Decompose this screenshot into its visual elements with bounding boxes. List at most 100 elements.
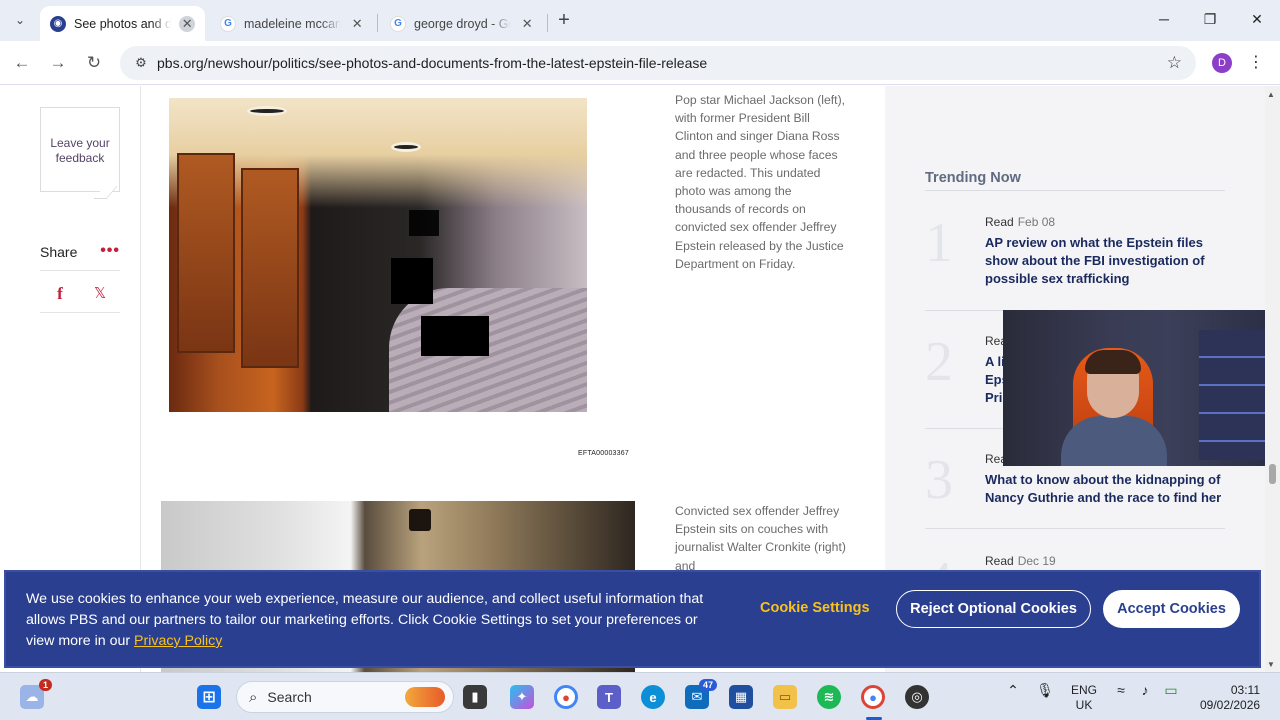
restore-icon[interactable]: ❐ (1199, 8, 1221, 30)
photo-code: EFTA00003367 (578, 450, 629, 457)
reject-cookies-button[interactable]: Reject Optional Cookies (896, 590, 1091, 628)
language-indicator[interactable]: ENG UK (1068, 683, 1100, 713)
tab-title: george droyd - Google Search (414, 16, 511, 31)
webcam-overlay (1003, 310, 1280, 466)
scroll-up-icon[interactable]: ▲ (1267, 90, 1275, 99)
browser-toolbar: ← → ↻ ⚙ pbs.org/newshour/politics/see-ph… (0, 41, 1280, 85)
weather-widget-icon[interactable]: ☁ 1 (20, 679, 52, 709)
battery-icon[interactable]: ▭ (1160, 683, 1182, 698)
task-view-icon[interactable]: ▮ (463, 685, 487, 709)
store-icon[interactable]: ▦ (729, 685, 753, 709)
taskbar-search[interactable]: ⌕ Search (236, 681, 454, 713)
trending-number: 1 (925, 212, 953, 274)
language-code: ENG (1070, 683, 1097, 697)
trending-title: Trending Now (925, 170, 1021, 186)
trending-headline[interactable]: A li Eps Pri (985, 353, 1009, 407)
person-hair (1085, 350, 1141, 374)
reload-icon[interactable]: ↻ (82, 51, 106, 75)
close-window-icon[interactable]: ✕ (1246, 8, 1268, 30)
file-explorer-icon[interactable]: ▭ (773, 685, 797, 709)
close-tab-icon[interactable]: ✕ (349, 16, 365, 32)
forward-icon[interactable]: → (46, 51, 70, 75)
spotify-icon[interactable]: ≋ (817, 685, 841, 709)
keyboard-layout: UK (1075, 698, 1093, 712)
photo-caption-1: Pop star Michael Jackson (left), with fo… (675, 93, 846, 271)
tab-separator (377, 14, 378, 32)
system-clock[interactable]: 03:11 09/02/2026 (1200, 683, 1260, 713)
wifi-icon[interactable]: ≈ (1112, 683, 1130, 698)
close-tab-icon[interactable]: ✕ (519, 16, 535, 32)
volume-icon[interactable]: ♪ (1136, 683, 1154, 698)
url-text[interactable]: pbs.org/newshour/politics/see-photos-and… (157, 55, 707, 71)
trending-number: 3 (925, 449, 953, 511)
google-favicon-icon: G (390, 15, 406, 32)
browser-menu-icon[interactable]: ⋮ (1248, 52, 1264, 72)
read-label: Read (985, 554, 1014, 568)
redaction-box (409, 210, 439, 236)
facebook-icon[interactable]: f (50, 284, 70, 303)
trending-item[interactable]: 1 Read Feb 08 AP review on what the Epste… (925, 215, 1225, 295)
teams-icon[interactable]: T (597, 685, 621, 709)
weather-badge: 1 (38, 679, 52, 691)
cookie-text: We use cookies to enhance your web exper… (26, 589, 726, 652)
edge-icon[interactable]: e (641, 685, 665, 709)
wood-panel (177, 153, 235, 353)
clock-date: 09/02/2026 (1200, 698, 1261, 712)
mail-badge: 47 (698, 679, 717, 691)
cookie-message: We use cookies to enhance your web exper… (26, 591, 704, 649)
feedback-button[interactable]: Leave your feedback (40, 107, 120, 192)
bookmark-star-icon[interactable]: ☆ (1167, 53, 1182, 73)
divider (40, 312, 120, 313)
lamp (409, 509, 431, 531)
tray-overflow-icon[interactable]: ⌃ (1004, 683, 1022, 698)
cookie-settings-button[interactable]: Cookie Settings (756, 600, 874, 626)
tab-separator (547, 14, 548, 32)
close-tab-icon[interactable]: ✕ (179, 15, 195, 32)
trending-date: Feb 08 (1017, 215, 1056, 229)
accept-cookies-button[interactable]: Accept Cookies (1103, 590, 1240, 628)
scroll-down-icon[interactable]: ▼ (1267, 660, 1275, 669)
trending-headline[interactable]: AP review on what the Epstein files show… (985, 234, 1225, 288)
profile-avatar[interactable]: D (1212, 53, 1232, 73)
search-placeholder: Search (267, 689, 312, 705)
tab-madeleine[interactable]: G madeleine mccann ✕ (210, 6, 375, 41)
share-more-icon[interactable]: ••• (100, 242, 120, 260)
obs-icon[interactable]: ◎ (905, 685, 929, 709)
tab-search-icon[interactable]: ⌄ (6, 8, 34, 32)
tab-george[interactable]: G george droyd - Google Search ✕ (380, 6, 545, 41)
taskbar: ☁ 1 ⊞ ⌕ Search ▮ ✦ ● T e ✉ 47 ▦ ▭ ≋ ● ◎ ⌃ … (0, 672, 1280, 720)
chrome-icon[interactable]: ● (554, 685, 578, 709)
clock-time: 03:11 (1230, 683, 1260, 697)
privacy-policy-link[interactable]: Privacy Policy (134, 633, 222, 649)
scrollbar[interactable] (1265, 86, 1280, 676)
pbs-favicon-icon: ◉ (50, 15, 66, 32)
new-tab-button[interactable]: + (553, 9, 575, 31)
copilot-icon[interactable]: ✦ (510, 685, 534, 709)
divider (925, 190, 1225, 191)
trending-headline[interactable]: What to know about the kidnapping of Nan… (985, 471, 1225, 507)
search-highlight-icon (405, 687, 445, 707)
photo-caption-2: Convicted sex offender Jeffrey Epstein s… (675, 504, 846, 573)
minimize-icon[interactable]: ─ (1153, 8, 1175, 30)
windows-start-icon[interactable]: ⊞ (197, 685, 221, 709)
person-body (1061, 416, 1167, 466)
redaction-box (391, 258, 433, 304)
mail-icon[interactable]: ✉ 47 (685, 679, 717, 709)
tab-pbs[interactable]: ◉ See photos and documents from the late… (40, 6, 205, 41)
tab-title: madeleine mccann (244, 16, 342, 31)
address-bar[interactable]: ⚙ pbs.org/newshour/politics/see-photos-a… (120, 46, 1196, 80)
google-favicon-icon: G (220, 15, 236, 32)
search-icon: ⌕ (249, 688, 258, 706)
trending-meta: Read Feb 08 (985, 215, 1055, 229)
ceiling-light (391, 142, 421, 152)
site-info-icon[interactable]: ⚙ (128, 55, 154, 71)
trending-meta: Read Dec 19 (985, 554, 1056, 568)
back-icon[interactable]: ← (10, 51, 34, 75)
share-row: Share ••• (40, 242, 120, 266)
microphone-icon[interactable]: 🎙 (1036, 683, 1054, 698)
scrollbar-thumb[interactable] (1269, 464, 1276, 484)
chrome-profile-icon[interactable]: ● (861, 685, 885, 709)
tab-title: See photos and documents from the latest… (74, 16, 172, 31)
trending-number: 2 (925, 331, 953, 393)
x-icon[interactable]: 𝕏 (90, 284, 110, 302)
